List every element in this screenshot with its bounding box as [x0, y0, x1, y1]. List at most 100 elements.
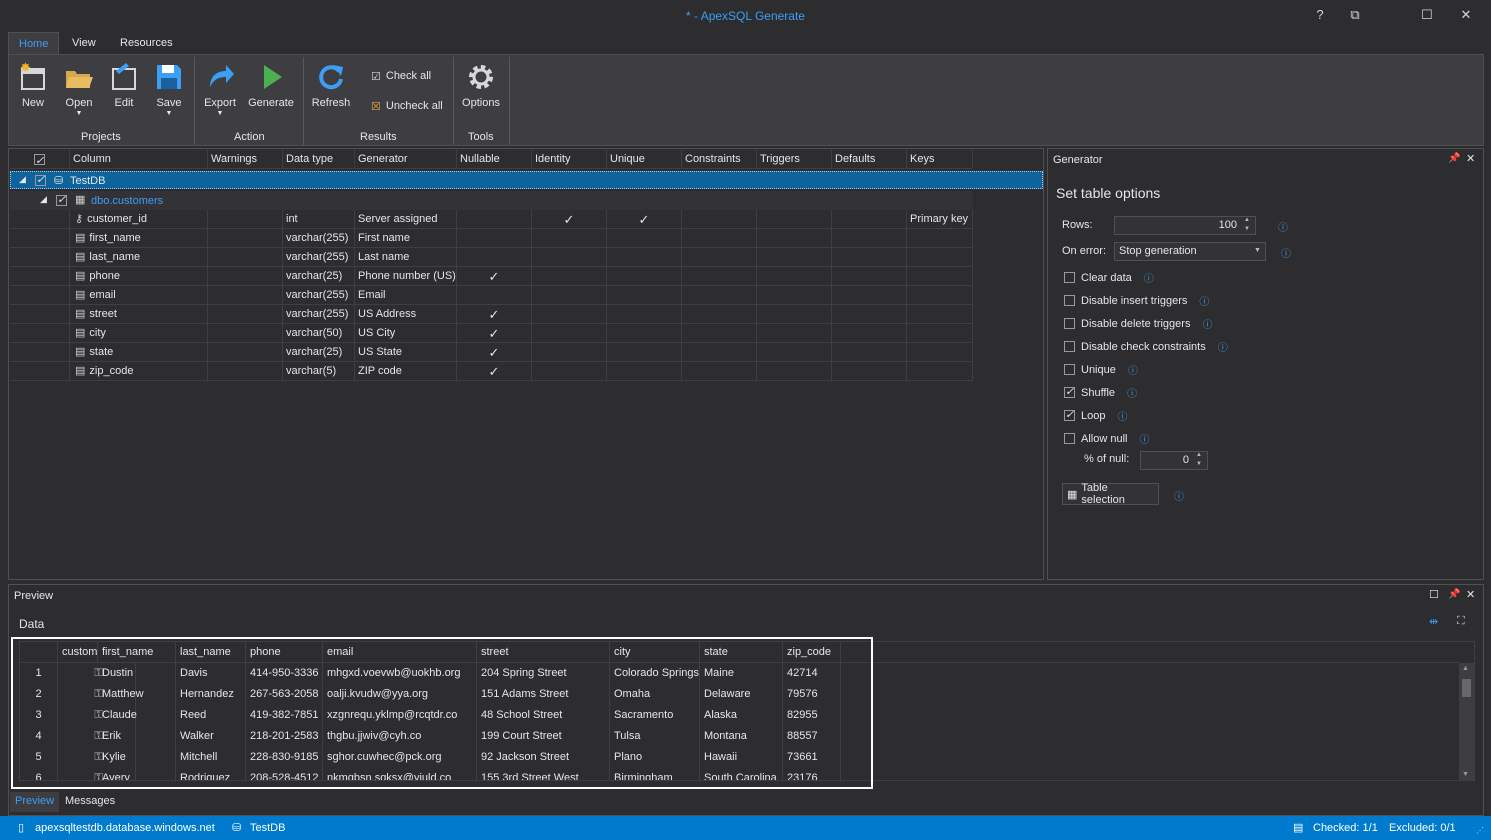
header-triggers[interactable]: Triggers [757, 150, 832, 169]
tab-home[interactable]: Home [8, 32, 59, 54]
info-icon[interactable]: ⓘ [1199, 293, 1209, 308]
restore-down-button[interactable]: ⧉ [1345, 7, 1365, 25]
table-row-node[interactable]: ◢ ▦ dbo.customers [10, 191, 973, 210]
option-checkbox[interactable] [1064, 295, 1075, 306]
info-icon[interactable]: ⓘ [1139, 431, 1149, 446]
generator-cell[interactable]: First name [355, 229, 457, 248]
grid-row[interactable]: ▤ phone varchar(25) Phone number (US) ✓ [10, 267, 973, 286]
info-icon[interactable]: ⓘ [1218, 339, 1228, 354]
option-7[interactable]: Allow null ⓘ [1064, 431, 1149, 446]
on-error-info-icon[interactable]: ⓘ [1281, 245, 1291, 260]
header-warnings[interactable]: Warnings [208, 150, 283, 169]
generator-cell[interactable]: Server assigned [355, 210, 457, 229]
close-button[interactable]: ✕ [1456, 7, 1476, 25]
close-panel-icon[interactable]: ✕ [1466, 152, 1475, 165]
pct-null-spinner-icon[interactable]: ▲ ▼ [1196, 451, 1202, 469]
export-button[interactable]: Export ▼ [196, 61, 244, 123]
rows-spinner-icon[interactable]: ▲ ▼ [1244, 216, 1250, 234]
maximize-panel-icon[interactable]: ☐ [1429, 588, 1439, 601]
option-checkbox[interactable] [1064, 341, 1075, 352]
option-checkbox[interactable] [1064, 318, 1075, 329]
pin-icon[interactable]: 📌 [1448, 589, 1460, 600]
refresh-button[interactable]: Refresh [307, 61, 355, 123]
check-all-button[interactable]: ☑ Check all [371, 67, 431, 85]
export-dropdown-icon[interactable]: ▼ [196, 110, 244, 117]
header-identity[interactable]: Identity [532, 150, 607, 169]
header-defaults[interactable]: Defaults [832, 150, 907, 169]
pin-icon[interactable]: 📌 [1448, 153, 1460, 164]
grid-row[interactable]: ▤ zip_code varchar(5) ZIP code ✓ [10, 362, 973, 381]
grid-row[interactable]: ▤ email varchar(255) Email [10, 286, 973, 305]
rows-input[interactable]: 100 [1114, 216, 1256, 235]
save-dropdown-icon[interactable]: ▼ [145, 110, 193, 117]
generator-cell[interactable]: Phone number (US) [355, 267, 457, 286]
header-nullable[interactable]: Nullable [457, 150, 532, 169]
generator-cell[interactable]: US State [355, 343, 457, 362]
option-checkbox[interactable] [1064, 364, 1075, 375]
option-6[interactable]: Loop ⓘ [1064, 408, 1127, 423]
option-0[interactable]: Clear data ⓘ [1064, 270, 1154, 285]
info-icon[interactable]: ⓘ [1117, 408, 1127, 423]
option-checkbox[interactable] [1064, 433, 1075, 444]
close-panel-icon[interactable]: ✕ [1466, 588, 1475, 601]
info-icon[interactable]: ⓘ [1128, 362, 1138, 377]
db-row[interactable]: ◢ ⛁ TestDB [10, 171, 1043, 189]
option-1[interactable]: Disable insert triggers ⓘ [1064, 293, 1209, 308]
option-2[interactable]: Disable delete triggers ⓘ [1064, 316, 1212, 331]
option-checkbox[interactable] [1064, 385, 1075, 398]
info-icon[interactable]: ⓘ [1144, 270, 1154, 285]
grid-row[interactable]: ▤ first_name varchar(255) First name [10, 229, 973, 248]
fit-columns-icon[interactable]: ⇹ [1429, 615, 1438, 628]
tab-view[interactable]: View [62, 32, 106, 54]
grid-row[interactable]: ▤ city varchar(50) US City ✓ [10, 324, 973, 343]
generator-cell[interactable]: US Address [355, 305, 457, 324]
new-button[interactable]: ✸ New [9, 61, 57, 123]
option-checkbox[interactable] [1064, 272, 1075, 283]
rows-info-icon[interactable]: ⓘ [1278, 219, 1288, 234]
grid-row[interactable]: ▤ last_name varchar(255) Last name [10, 248, 973, 267]
option-3[interactable]: Disable check constraints ⓘ [1064, 339, 1228, 354]
table-checkbox[interactable] [56, 193, 67, 206]
open-button[interactable]: Open ▼ [55, 61, 103, 123]
generate-button[interactable]: Generate [245, 61, 297, 123]
collapse-icon[interactable]: ◢ [19, 174, 26, 185]
generator-cell[interactable]: Last name [355, 248, 457, 267]
edit-button[interactable]: Edit [100, 61, 148, 123]
save-button[interactable]: Save ▼ [145, 61, 193, 123]
table-selection-info-icon[interactable]: ⓘ [1174, 488, 1184, 503]
header-constraints[interactable]: Constraints [682, 150, 757, 169]
uncheck-all-button[interactable]: ☒ Uncheck all [371, 97, 443, 115]
help-button[interactable]: ? [1310, 7, 1330, 25]
grid-row[interactable]: ⚷ customer_id int Server assigned ✓ ✓ Primary … [10, 210, 973, 229]
tab-messages[interactable]: Messages [60, 792, 120, 812]
header-generator[interactable]: Generator [355, 150, 457, 169]
chevron-down-icon[interactable]: ▼ [1254, 247, 1261, 254]
header-data-type[interactable]: Data type [283, 150, 355, 169]
maximize-button[interactable]: ☐ [1417, 7, 1437, 25]
tab-preview[interactable]: Preview [10, 792, 60, 812]
option-checkbox[interactable] [1064, 408, 1075, 421]
scrollbar-thumb[interactable] [1462, 679, 1471, 697]
tab-resources[interactable]: Resources [110, 32, 183, 54]
grid-row[interactable]: ▤ state varchar(25) US State ✓ [10, 343, 973, 362]
options-button[interactable]: Options [457, 61, 505, 123]
collapse-icon[interactable]: ◢ [40, 194, 47, 205]
select-all-icon[interactable]: ⛶ [1457, 615, 1465, 628]
generator-cell[interactable]: ZIP code [355, 362, 457, 381]
open-dropdown-icon[interactable]: ▼ [55, 110, 103, 117]
resize-grip-icon[interactable]: ⋰ [1476, 826, 1484, 835]
header-column[interactable]: Column [70, 150, 208, 169]
grid-row[interactable]: ▤ street varchar(255) US Address ✓ [10, 305, 973, 324]
vertical-scrollbar[interactable]: ▲ ▼ [1459, 663, 1474, 780]
option-5[interactable]: Shuffle ⓘ [1064, 385, 1137, 400]
db-checkbox[interactable] [35, 173, 46, 186]
header-unique[interactable]: Unique [607, 150, 682, 169]
header-keys[interactable]: Keys [907, 150, 973, 169]
generator-cell[interactable]: Email [355, 286, 457, 305]
info-icon[interactable]: ⓘ [1202, 316, 1212, 331]
generator-cell[interactable]: US City [355, 324, 457, 343]
table-selection-button[interactable]: ▦ Table selection [1062, 482, 1159, 506]
header-check-all[interactable] [10, 150, 70, 169]
on-error-select[interactable]: Stop generation [1114, 242, 1266, 261]
info-icon[interactable]: ⓘ [1127, 385, 1137, 400]
